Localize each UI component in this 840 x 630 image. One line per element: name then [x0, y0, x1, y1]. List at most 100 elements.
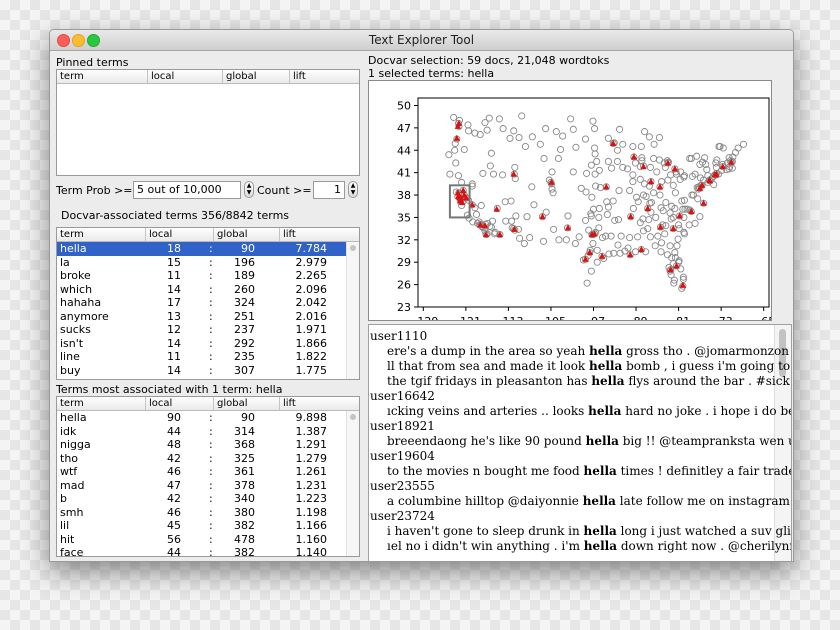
- table-row[interactable]: idk 44: 314 1.387: [57, 425, 359, 439]
- snippet-after: big !! @teampranksta wen u gu: [622, 434, 791, 448]
- count-stepper[interactable]: ▲ ▼: [348, 181, 358, 198]
- cell-local: 11: [167, 350, 181, 363]
- geo-scatter-panel[interactable]: 23 26 29 32 35 38 41 44 47 50 −129 −121 −113 −105 −97 −…: [368, 80, 775, 328]
- docvar-terms-table[interactable]: term local global lift hella 18:90 7.784 la…: [56, 227, 360, 380]
- table-row[interactable]: hit 56: 478 1.160: [57, 533, 359, 547]
- table-row[interactable]: hella 18: 90 7.784: [57, 242, 359, 256]
- table-row[interactable]: mad 47: 378 1.231: [57, 479, 359, 493]
- y-tick-label: 47: [397, 122, 411, 135]
- document-user-label: user23555: [370, 479, 435, 493]
- cell-global: 235: [234, 350, 255, 363]
- assoc-table-header: term local global lift: [57, 397, 359, 411]
- column-header-global[interactable]: global: [222, 70, 257, 83]
- x-tick-label: −121: [451, 315, 481, 320]
- cell-lift: 1.160: [295, 532, 328, 546]
- table-row[interactable]: sucks 12: 237 1.971: [57, 323, 359, 337]
- cell-term: sucks: [60, 323, 91, 336]
- assoc-scrollbar[interactable]: [346, 411, 359, 556]
- cell-term: la: [60, 255, 70, 269]
- column-header-lift[interactable]: lift: [279, 228, 296, 241]
- snippet-after: long i just watched a suv glide a: [620, 524, 791, 538]
- cell-term: anymore: [60, 309, 109, 323]
- cell-global: 292: [234, 336, 255, 350]
- cell-local: 48: [167, 438, 181, 451]
- column-header-local[interactable]: local: [145, 397, 172, 410]
- cell-local: 13: [167, 309, 181, 323]
- document-text-panel[interactable]: user1110 ere's a dump in the area so yeah…: [368, 324, 792, 561]
- term-prob-input[interactable]: 5 out of 10,000: [133, 181, 241, 199]
- table-row[interactable]: b 42: 340 1.223: [57, 492, 359, 506]
- cell-lift: 1.291: [295, 438, 328, 451]
- cell-local: 12: [167, 323, 181, 336]
- docvar-scrollbar[interactable]: [346, 242, 359, 379]
- column-header-term[interactable]: term: [57, 397, 84, 410]
- term-prob-stepper[interactable]: ▲ ▼: [244, 181, 254, 198]
- column-header-local[interactable]: local: [145, 228, 172, 241]
- table-row[interactable]: broke 11: 189 2.265: [57, 269, 359, 283]
- docvar-table-header: term local global lift: [57, 228, 359, 242]
- cell-local: 15: [167, 255, 181, 269]
- x-tick-label: −65: [752, 315, 771, 320]
- scroll-thumb[interactable]: [350, 414, 356, 420]
- cell-global: 260: [234, 282, 255, 296]
- table-row[interactable]: hahaha 17: 324 2.042: [57, 296, 359, 310]
- table-row[interactable]: nigga 48: 368 1.291: [57, 438, 359, 452]
- cell-separator: :: [209, 363, 213, 377]
- geo-scatter-plot[interactable]: 23 26 29 32 35 38 41 44 47 50 −129 −121 −113 −105 −97 −…: [369, 81, 775, 328]
- table-row[interactable]: tho 42: 325 1.279: [57, 452, 359, 466]
- assoc-terms-table[interactable]: term local global lift hella 90:90 9.898 id…: [56, 396, 360, 557]
- cell-global: 382: [234, 546, 255, 557]
- cell-separator: :: [209, 309, 213, 323]
- snippet-before: ll that from sea and made it look: [387, 359, 590, 373]
- snippet-after: gross tho . @jomarmonzon yup: [626, 344, 791, 358]
- table-row[interactable]: buy 14: 307 1.775: [57, 364, 359, 378]
- cell-term: hahaha: [60, 296, 102, 309]
- cell-global: 478: [234, 532, 255, 546]
- cell-separator: :: [209, 478, 213, 492]
- cell-term: smh: [60, 505, 84, 519]
- table-row[interactable]: line 11: 235 1.822: [57, 350, 359, 364]
- table-row[interactable]: la 15: 196 2.979: [57, 256, 359, 270]
- cell-global: 307: [234, 363, 255, 377]
- table-row[interactable]: hella 90: 90 9.898: [57, 411, 359, 425]
- cell-local: 14: [167, 282, 181, 296]
- table-row[interactable]: smh 46: 380 1.198: [57, 506, 359, 520]
- scroll-thumb[interactable]: [350, 245, 356, 251]
- column-header-global[interactable]: global: [213, 397, 248, 410]
- table-row[interactable]: anymore 13: 251 2.016: [57, 310, 359, 324]
- cell-term: isn't: [60, 336, 84, 350]
- y-tick-label: 35: [397, 211, 411, 224]
- cell-lift: 1.140: [295, 546, 328, 557]
- document-snippet-line: i haven't gone to sleep drunk in hella l…: [387, 524, 791, 539]
- table-row[interactable]: which 14: 260 2.096: [57, 283, 359, 297]
- pinned-terms-table[interactable]: term local global lift: [56, 69, 360, 176]
- cell-local: 14: [167, 336, 181, 350]
- table-row[interactable]: isn't 14: 292 1.866: [57, 337, 359, 351]
- document-snippet-line: breeendaong he's like 90 pound hella big…: [387, 434, 791, 449]
- table-row[interactable]: wtf 46: 361 1.261: [57, 465, 359, 479]
- cell-local: 45: [167, 519, 181, 532]
- column-header-lift[interactable]: lift: [279, 397, 296, 410]
- count-input[interactable]: 1: [313, 181, 345, 199]
- document-user-label: user1110: [370, 329, 428, 343]
- cell-global: 189: [234, 269, 255, 282]
- cell-lift: 1.866: [295, 336, 328, 350]
- snippet-before: i haven't gone to sleep drunk in: [387, 524, 584, 538]
- column-header-lift[interactable]: lift: [289, 70, 306, 83]
- column-header-term[interactable]: term: [57, 228, 84, 241]
- docvar-table-body: hella 18:90 7.784 la 15:196 2.979 broke 11:189 2…: [57, 242, 359, 377]
- snippet-after: late follow me on instagram i on: [619, 494, 791, 508]
- cell-separator: :: [209, 465, 213, 478]
- column-header-term[interactable]: term: [57, 70, 84, 83]
- x-tick-label: −89: [624, 315, 647, 320]
- cell-lift: 7.784: [295, 242, 328, 255]
- count-label: Count >=: [257, 184, 312, 197]
- cell-lift: 9.898: [295, 411, 328, 424]
- snippet-after: times ! definitley a fair trade . u: [620, 464, 791, 478]
- table-row[interactable]: face 44: 382 1.140: [57, 546, 359, 557]
- cell-term: buy: [60, 363, 81, 377]
- column-header-local[interactable]: local: [147, 70, 174, 83]
- column-header-global[interactable]: global: [213, 228, 248, 241]
- table-row[interactable]: lil 45: 382 1.166: [57, 519, 359, 533]
- y-tick-label: 50: [397, 99, 411, 112]
